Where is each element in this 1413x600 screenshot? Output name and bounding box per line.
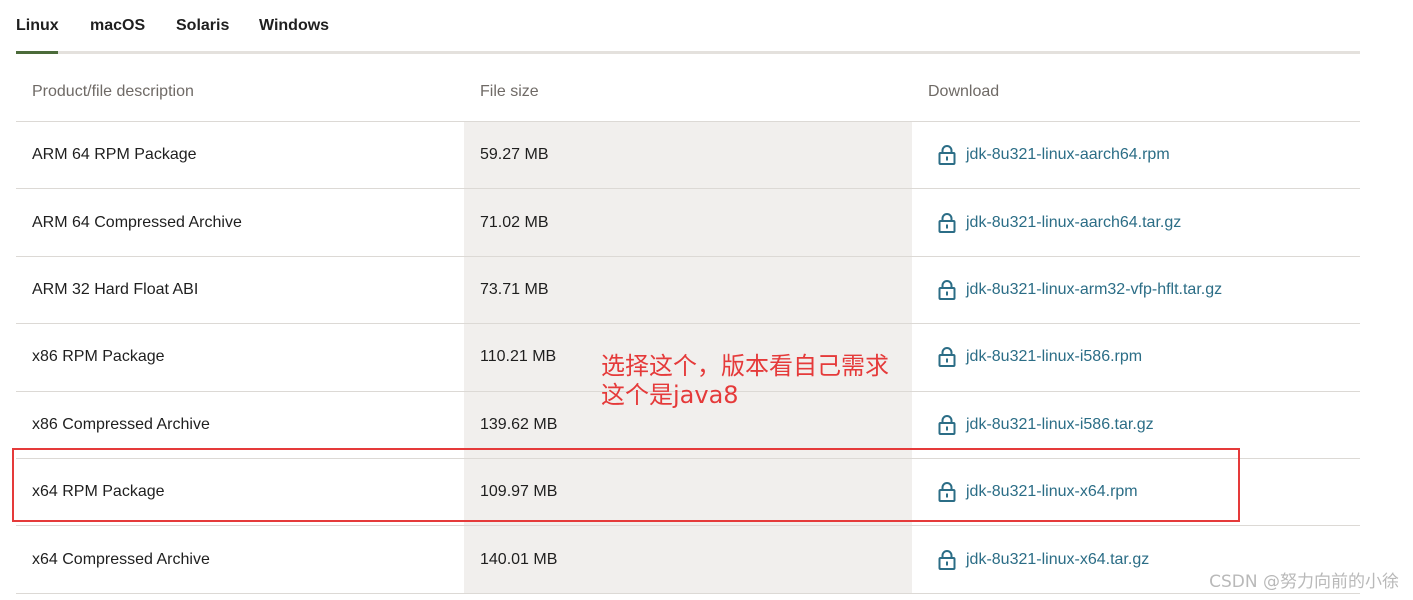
download-link[interactable]: jdk-8u321-linux-x64.tar.gz [966,551,1149,569]
row-download-cell: jdk-8u321-linux-i586.rpm [912,324,1360,390]
os-tabs: Linux macOS Solaris Windows [16,0,1360,54]
row-file-size: 73.71 MB [464,256,912,324]
table-row: x64 RPM Package 109.97 MB jdk-8u321-linux-… [16,458,1360,527]
row-description: ARM 64 Compressed Archive [32,213,242,231]
row-download-cell: jdk-8u321-linux-x64.rpm [912,459,1360,525]
lock-icon [938,279,956,300]
row-file-size: 71.02 MB [464,189,912,256]
watermark: CSDN @努力向前的小徐 [1209,572,1399,592]
table-row: ARM 64 RPM Package 59.27 MB jdk-8u321-linu… [16,122,1360,190]
tab-solaris[interactable]: Solaris [176,17,229,35]
annotation-line-2: 这个是java8 [601,381,739,409]
row-file-size: 140.01 MB [464,526,912,593]
tab-macos[interactable]: macOS [90,17,145,35]
table-row: ARM 64 Compressed Archive 71.02 MB jdk-8u3… [16,189,1360,257]
row-description: x64 RPM Package [32,483,165,501]
header-description: Product/file description [32,82,194,100]
download-page: Linux macOS Solaris Windows Product/file… [0,0,1413,600]
download-link[interactable]: jdk-8u321-linux-arm32-vfp-hflt.tar.gz [966,281,1222,299]
lock-icon [938,549,956,570]
table-row: x64 Compressed Archive 140.01 MB jdk-8u321… [16,526,1360,594]
download-link[interactable]: jdk-8u321-linux-x64.rpm [966,483,1138,501]
download-link[interactable]: jdk-8u321-linux-i586.tar.gz [966,416,1154,434]
annotation-line-1: 选择这个，版本看自己需求 [601,352,889,380]
tab-windows[interactable]: Windows [259,17,329,35]
download-table: Product/file description File size Downl… [16,54,1360,594]
row-download-cell: jdk-8u321-linux-i586.tar.gz [912,392,1360,458]
annotation-note: 选择这个，版本看自己需求 这个是java8 [601,352,889,410]
row-file-size: 109.97 MB [464,458,912,526]
row-description: x86 Compressed Archive [32,415,210,433]
row-download-cell: jdk-8u321-linux-aarch64.rpm [912,122,1360,188]
header-file-size: File size [480,82,539,100]
lock-icon [938,347,956,368]
lock-icon [938,482,956,503]
table-row: ARM 32 Hard Float ABI 73.71 MB jdk-8u321-l… [16,256,1360,325]
download-link[interactable]: jdk-8u321-linux-i586.rpm [966,348,1142,366]
row-file-size: 59.27 MB [464,122,912,189]
row-description: ARM 32 Hard Float ABI [32,280,199,298]
table-header-row: Product/file description File size Downl… [16,54,1360,122]
row-description: x64 Compressed Archive [32,550,210,568]
download-link[interactable]: jdk-8u321-linux-aarch64.rpm [966,146,1170,164]
lock-icon [938,145,956,166]
row-description: x86 RPM Package [32,348,165,366]
header-download: Download [928,82,1000,100]
row-download-cell: jdk-8u321-linux-aarch64.tar.gz [912,189,1360,255]
lock-icon [938,212,956,233]
download-link[interactable]: jdk-8u321-linux-aarch64.tar.gz [966,214,1181,232]
row-description: ARM 64 RPM Package [32,146,197,164]
row-download-cell: jdk-8u321-linux-arm32-vfp-hflt.tar.gz [912,257,1360,323]
tab-linux[interactable]: Linux [16,17,59,35]
lock-icon [938,414,956,435]
